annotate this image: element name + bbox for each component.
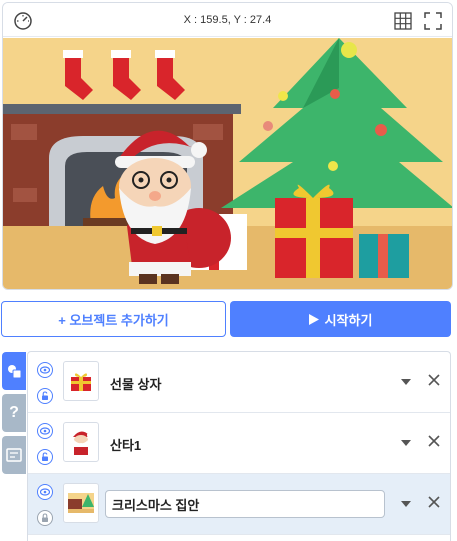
tab-objects[interactable] [2, 352, 26, 390]
eye-icon [40, 366, 50, 374]
santa-icon [73, 431, 91, 455]
object-thumbnail [63, 361, 99, 401]
tab-help[interactable]: ? [2, 394, 26, 432]
room-icon [68, 493, 94, 513]
visibility-toggle[interactable] [37, 423, 53, 439]
start-button[interactable]: 시작하기 [230, 301, 451, 337]
tab-console[interactable] [2, 436, 26, 474]
list-item-selected[interactable] [28, 474, 450, 535]
lock-toggle[interactable] [37, 449, 53, 465]
unlock-icon [42, 391, 48, 400]
unlock-icon [42, 452, 48, 461]
eye-icon [40, 427, 50, 435]
visibility-toggle[interactable] [37, 484, 53, 500]
grid-icon[interactable] [394, 12, 412, 30]
console-icon [6, 448, 22, 462]
object-thumbnail [63, 483, 99, 523]
close-icon[interactable] [428, 374, 440, 386]
chevron-down-icon[interactable] [400, 377, 412, 387]
object-name-field[interactable] [105, 490, 385, 518]
gift-icon [71, 373, 91, 391]
add-object-button[interactable]: + 오브젝트 추가하기 [1, 301, 226, 337]
mouse-coordinates: X : 159.5, Y : 27.4 [183, 14, 272, 26]
stage-toolbar: X : 159.5, Y : 27.4 [3, 3, 452, 37]
close-icon[interactable] [428, 496, 440, 508]
lock-toggle[interactable] [37, 510, 53, 526]
chevron-down-icon[interactable] [400, 438, 412, 448]
object-thumbnail [63, 422, 99, 462]
stage-panel: X : 159.5, Y : 27.4 [2, 2, 453, 290]
stage-canvas[interactable] [3, 38, 453, 290]
help-icon: ? [9, 404, 19, 421]
close-icon[interactable] [428, 435, 440, 447]
chevron-down-icon[interactable] [400, 499, 412, 509]
lock-icon [42, 513, 48, 522]
fullscreen-icon[interactable] [424, 12, 442, 30]
list-item[interactable]: 산타1 [28, 413, 450, 474]
lock-toggle[interactable] [37, 388, 53, 404]
visibility-toggle[interactable] [37, 362, 53, 378]
object-list: 선물 상자 산타1 [27, 351, 451, 541]
start-button-label: 시작하기 [324, 312, 373, 328]
eye-icon [40, 488, 50, 496]
play-icon [308, 313, 319, 325]
object-name: 선물 상자 [110, 377, 162, 392]
list-item[interactable]: 선물 상자 [28, 352, 450, 413]
object-name: 산타1 [110, 438, 142, 453]
objects-icon [8, 365, 22, 379]
app-frame: X : 159.5, Y : 27.4 + 오브젝트 추가하기 시작하기 ? 선… [0, 0, 457, 541]
